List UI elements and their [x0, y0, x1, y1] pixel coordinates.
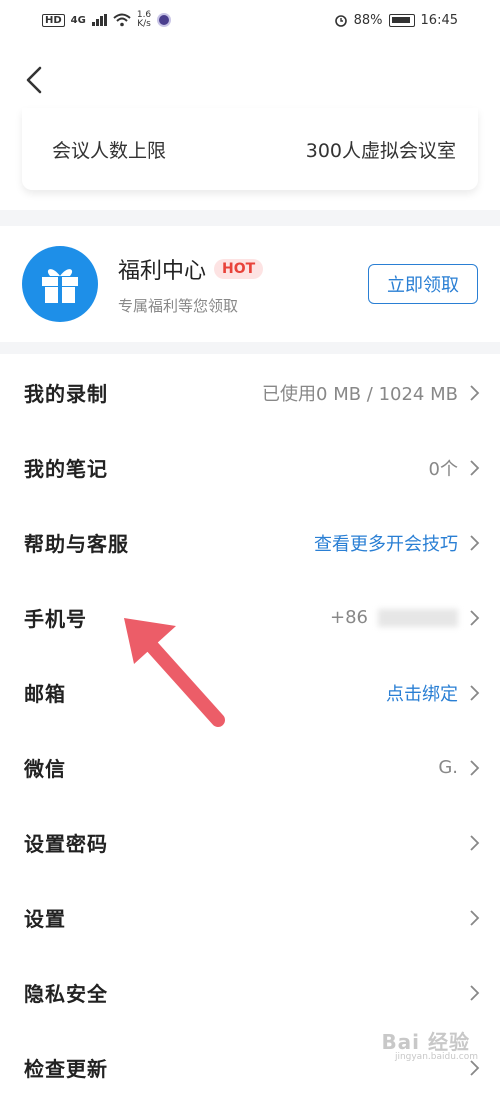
welfare-title: 福利中心: [118, 258, 207, 284]
section-divider: [0, 342, 500, 354]
annotation-arrow-icon: [124, 618, 225, 727]
watermark: Bai 经验: [381, 1030, 470, 1054]
menu-item-email[interactable]: 邮箱 点击绑定: [0, 655, 500, 730]
status-bar: HD 4G 1.6 K/s 88% 16:45: [0, 0, 500, 40]
chevron-right-icon: [470, 384, 480, 401]
redacted-phone: [378, 608, 458, 627]
welfare-subtitle: 专属福利等您领取: [118, 296, 239, 315]
menu-item-phone[interactable]: 手机号 +86: [0, 580, 500, 655]
wifi-icon: [113, 13, 131, 27]
chevron-right-icon: [470, 534, 480, 551]
chevron-right-icon: [470, 459, 480, 476]
hot-badge: HOT: [214, 258, 264, 279]
clock: 16:45: [420, 12, 458, 28]
meeting-limit-card: 会议人数上限 300人虚拟会议室: [22, 108, 478, 190]
menu-item-set-password[interactable]: 设置密码: [0, 805, 500, 880]
hd-indicator: HD: [42, 13, 65, 27]
menu-item-privacy[interactable]: 隐私安全: [0, 955, 500, 1030]
chevron-right-icon: [470, 609, 480, 626]
chevron-right-icon: [470, 834, 480, 851]
battery-icon: [388, 13, 415, 27]
menu-item-wechat[interactable]: 微信 G.: [0, 730, 500, 805]
menu-item-notes[interactable]: 我的笔记 0个: [0, 430, 500, 505]
chevron-right-icon: [470, 984, 480, 1001]
gift-icon: [22, 246, 98, 322]
network-type: 4G: [70, 14, 86, 26]
net-speed: 1.6 K/s: [136, 10, 152, 29]
back-button[interactable]: [22, 62, 52, 98]
claim-now-button[interactable]: 立即领取: [368, 264, 478, 304]
menu-item-recordings[interactable]: 我的录制 已使用0 MB / 1024 MB: [0, 355, 500, 430]
menu-item-help[interactable]: 帮助与客服 查看更多开会技巧: [0, 505, 500, 580]
chevron-right-icon: [470, 909, 480, 926]
chevron-right-icon: [470, 684, 480, 701]
alarm-icon: [334, 15, 347, 27]
signal-icon: [91, 14, 107, 26]
section-divider: [0, 210, 500, 226]
battery-percent: 88%: [353, 12, 383, 28]
chevron-right-icon: [470, 759, 480, 776]
chevron-left-icon: [26, 66, 42, 94]
app-notification-icon: [157, 13, 172, 27]
watermark-url: jingyan.baidu.com: [394, 1052, 478, 1062]
meeting-limit-value: 300人虚拟会议室: [305, 139, 456, 162]
meeting-limit-label: 会议人数上限: [52, 139, 167, 162]
welfare-center[interactable]: 福利中心 HOT 专属福利等您领取 立即领取: [0, 226, 500, 342]
menu-item-settings[interactable]: 设置: [0, 880, 500, 955]
settings-list: 我的录制 已使用0 MB / 1024 MB 我的笔记 0个 帮助与客服 查看更…: [0, 355, 500, 1105]
